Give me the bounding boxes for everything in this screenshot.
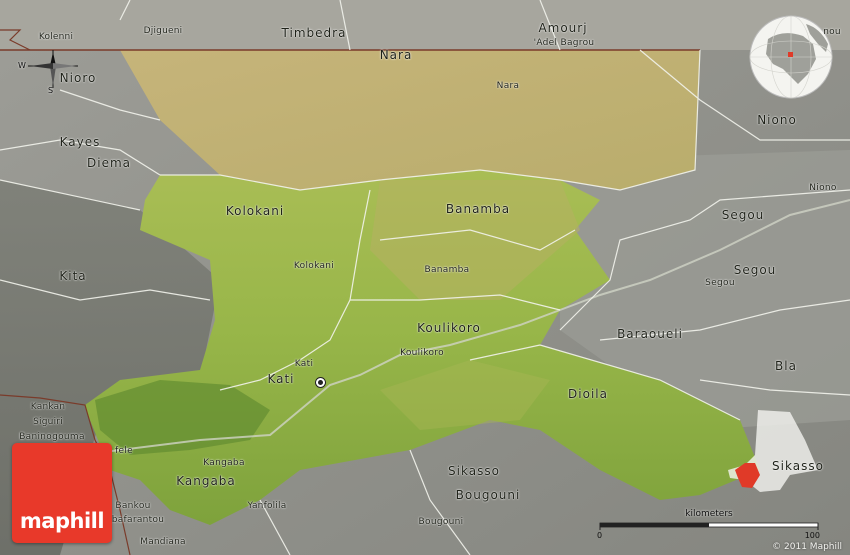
label-bougouni[interactable]: Bougouni [456,488,521,502]
scale-bar-graphic [599,522,819,530]
label-diema[interactable]: Diema [87,156,131,170]
label-bougouni-town[interactable]: Bougouni [419,517,464,527]
logo-text: maphill [19,509,105,533]
label-kolenni[interactable]: Kolenni [39,32,73,42]
map-canvas[interactable]: W S Kolokani Banamba Koulikoro Kati Dioi… [0,0,850,555]
label-niono-town[interactable]: Niono [809,183,836,193]
label-nara-town[interactable]: Nara [497,81,520,91]
label-sikasso-right[interactable]: Sikasso [772,459,824,473]
label-djigueni[interactable]: Djigueni [144,26,183,36]
scale-bar: kilometers 0 100 [597,509,820,543]
globe-locator [749,15,833,99]
label-kankan[interactable]: Kankan [31,402,65,412]
scale-tick-0: 0 [597,531,603,540]
label-nara-region[interactable]: Nara [380,48,413,62]
label-bankou[interactable]: Bankou [115,501,150,511]
label-segou-town[interactable]: Segou [705,278,735,288]
label-segou-2[interactable]: Segou [734,263,777,277]
label-kangaba-region[interactable]: Kangaba [176,474,236,488]
label-kayes[interactable]: Kayes [60,135,101,149]
label-kolofele[interactable]: fele [115,446,133,456]
label-baraoueli[interactable]: Baraoueli [617,327,683,341]
compass-west-label: W [18,61,26,70]
label-segou[interactable]: Segou [722,208,765,222]
maphill-logo[interactable]: maphill [12,443,112,543]
label-kita[interactable]: Kita [59,269,86,283]
label-nioro[interactable]: Nioro [60,71,97,85]
label-kolokani-town[interactable]: Kolokani [294,261,334,271]
label-koulikoro-region[interactable]: Koulikoro [417,321,481,335]
label-siguiri[interactable]: Siguiri [33,417,63,427]
label-kati-town[interactable]: Kati [295,359,314,369]
globe-location-marker [788,52,793,57]
label-dafarantou[interactable]: bafarantou [112,515,165,525]
label-niono[interactable]: Niono [757,113,797,127]
label-nou[interactable]: nou [823,27,841,37]
label-banamba-region[interactable]: Banamba [446,202,510,216]
label-bla[interactable]: Bla [775,359,797,373]
label-yanfolila[interactable]: Yanfolila [248,501,287,511]
label-mandiana[interactable]: Mandiana [140,537,186,547]
copyright-text: © 2011 Maphill [772,542,842,552]
label-baningouma[interactable]: Baninogouma [19,432,85,442]
compass-south-label: S [48,86,54,95]
bamako-capital-marker[interactable] [315,377,326,388]
label-kangaba-town[interactable]: Kangaba [203,458,245,468]
label-dioila-region[interactable]: Dioila [568,387,608,401]
label-koulikoro-town[interactable]: Koulikoro [400,348,444,358]
scale-title: kilometers [685,509,733,519]
scale-tick-100: 100 [804,531,820,540]
label-timbedra[interactable]: Timbedra [282,26,347,40]
label-kolokani-region[interactable]: Kolokani [226,204,284,218]
label-sikasso[interactable]: Sikasso [448,464,500,478]
label-amourj[interactable]: Amourj [538,21,587,35]
label-adel-bagrou[interactable]: 'Adel Bagrou [534,38,595,48]
label-banamba-town[interactable]: Banamba [424,265,469,275]
label-kati-region[interactable]: Kati [267,372,294,386]
